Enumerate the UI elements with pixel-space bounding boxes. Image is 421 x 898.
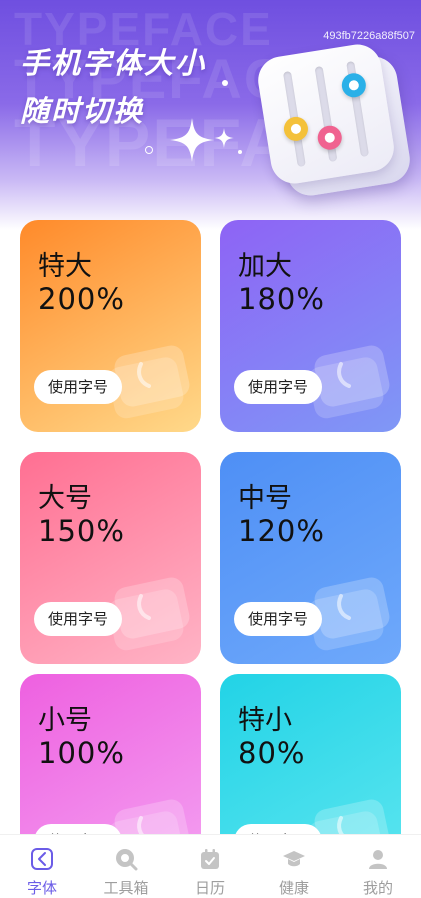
slider-tile (254, 41, 398, 187)
card-size-name: 小号 (38, 705, 92, 736)
font-size-card-l[interactable]: 加大 180% 使用字号 (220, 220, 401, 432)
calendar-icon (201, 849, 219, 869)
font-size-card-large[interactable]: 大号 150% 使用字号 (20, 452, 201, 664)
use-size-button[interactable]: 使用字号 (34, 370, 123, 404)
card-size-name: 特大 (38, 251, 92, 282)
tab-calendar[interactable]: 日历 (168, 843, 252, 897)
tab-health[interactable]: 健康 (252, 843, 336, 897)
sliders-illustration (254, 41, 416, 199)
card-size-percent: 100% (38, 736, 125, 770)
device-id-label: 493fb7226a88f507 (323, 30, 415, 42)
health-icon (283, 851, 305, 867)
card-size-percent: 180% (238, 282, 325, 316)
tab-profile[interactable]: 我的 (336, 843, 420, 897)
tab-font[interactable]: 字体 (0, 843, 84, 897)
decor-circle (145, 146, 153, 154)
slider-knob-blue (340, 71, 368, 100)
tab-label: 工具箱 (103, 879, 149, 897)
card-size-name: 加大 (238, 251, 292, 282)
card-size-percent: 150% (38, 514, 125, 548)
tab-toolbox[interactable]: 工具箱 (84, 843, 168, 897)
use-size-button[interactable]: 使用字号 (34, 602, 123, 636)
toolbox-icon (116, 849, 138, 871)
tab-label: 健康 (278, 879, 309, 897)
tab-label: 我的 (362, 879, 393, 897)
sparkle-icon (170, 118, 214, 162)
font-icon (31, 848, 53, 870)
use-size-button[interactable]: 使用字号 (234, 602, 323, 636)
card-size-name: 中号 (238, 483, 292, 514)
sparkle-icon (214, 128, 234, 148)
profile-icon (369, 850, 387, 869)
font-size-card-xl[interactable]: 特大 200% 使用字号 (20, 220, 201, 432)
card-size-percent: 200% (38, 282, 125, 316)
use-size-button[interactable]: 使用字号 (234, 370, 323, 404)
hero-title-line1: 手机字体大小 (20, 46, 207, 80)
hero-title-line2: 随时切换 (20, 94, 145, 128)
bottom-tab-bar: 字体 工具箱 日历 健康 我的 (0, 834, 421, 898)
slider-knob-yellow (282, 115, 310, 143)
decor-dot (238, 150, 242, 154)
card-size-name: 大号 (38, 483, 92, 514)
font-size-card-medium[interactable]: 中号 120% 使用字号 (220, 452, 401, 664)
card-size-percent: 120% (238, 514, 325, 548)
card-size-name: 特小 (238, 705, 292, 736)
slider-knob-pink (316, 123, 344, 152)
tab-label: 日历 (194, 879, 225, 897)
decor-dot (222, 80, 228, 86)
card-size-percent: 80% (238, 736, 306, 770)
hero-banner: TYPEFACE TYPEFACE TYPEFACE 493fb7226a88f… (0, 0, 421, 230)
tab-label: 字体 (26, 879, 57, 897)
